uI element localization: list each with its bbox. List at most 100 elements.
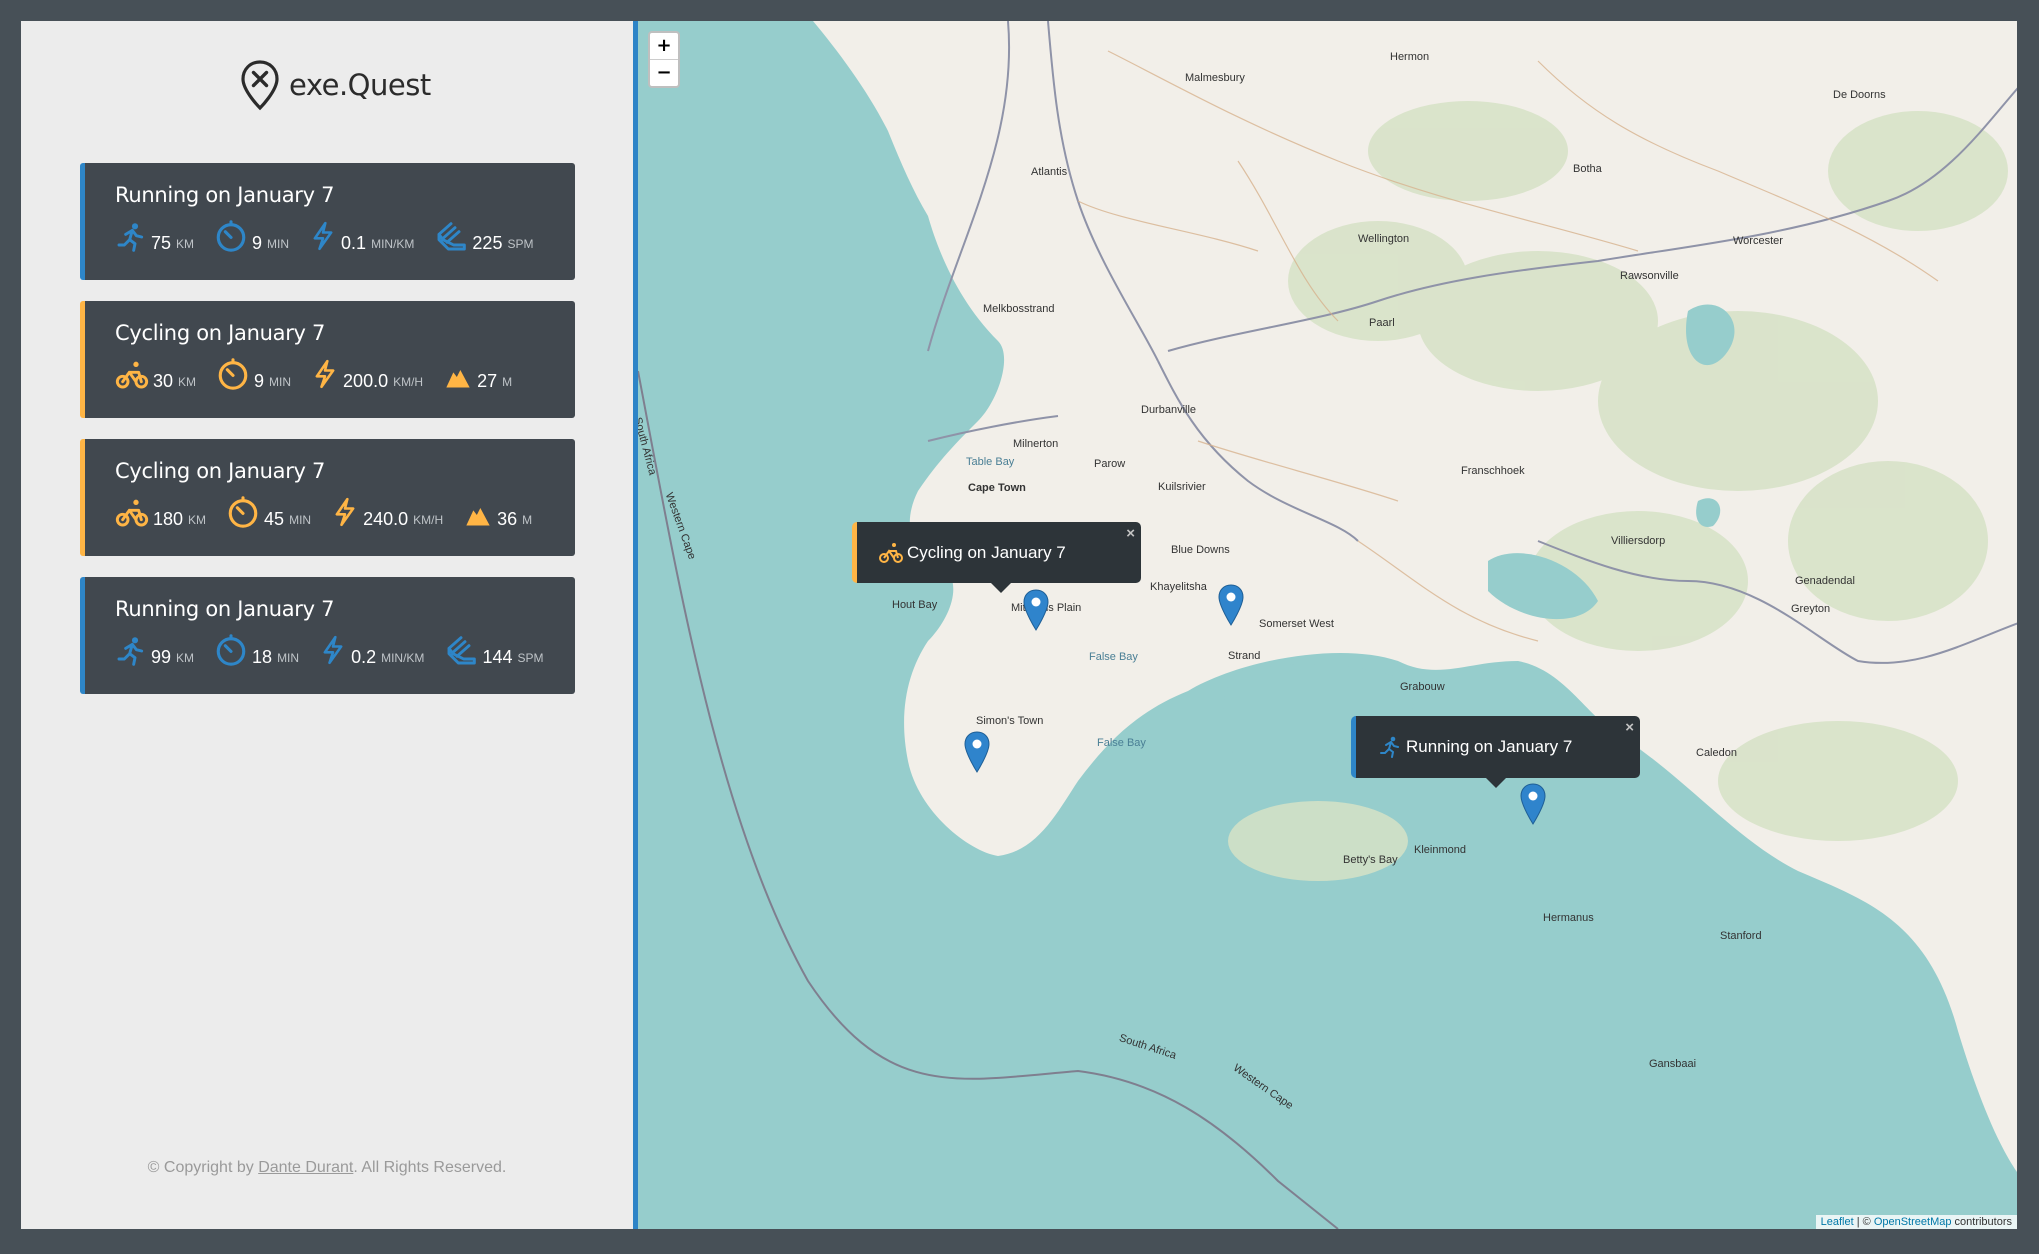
label-hermanus: Hermanus: [1543, 912, 1594, 924]
popup-close-button[interactable]: ×: [1126, 525, 1135, 542]
workout-item-running[interactable]: Running on January 7 75 km 9 min 0.1 min/km 225…: [80, 163, 575, 280]
workout-unit: min/km: [371, 237, 415, 251]
copyright-text: © Copyright by: [147, 1159, 254, 1176]
workout-unit: min/km: [381, 651, 425, 665]
label-de-doorns: De Doorns: [1833, 89, 1886, 101]
workout-detail: 144 spm: [444, 635, 544, 667]
logo-text: exe.Quest: [289, 68, 431, 102]
workout-value: 0.2: [351, 647, 377, 667]
workout-item-cycling[interactable]: Cycling on January 7 180 km 45 min 240.0 km/h 3…: [80, 439, 575, 556]
workout-value: 99: [151, 647, 172, 667]
popup-text: Running on January 7: [1406, 737, 1573, 756]
label-durbanville: Durbanville: [1141, 404, 1197, 416]
map-marker-icon[interactable]: [1218, 584, 1244, 626]
map-pin-x-icon: [241, 60, 279, 111]
workout-unit: spm: [507, 237, 534, 251]
workout-item-running[interactable]: Running on January 7 99 km 18 min 0.2 min/km 14…: [80, 577, 575, 694]
label-atlantis: Atlantis: [1031, 166, 1068, 178]
app-container: exe.Quest Running on January 7 75 km 9 min 0.…: [21, 21, 2017, 1229]
attribution-suffix: contributors: [1951, 1216, 2012, 1228]
label-greyton: Greyton: [1791, 603, 1831, 615]
workout-value: 45: [264, 509, 285, 529]
stopwatch-icon: [214, 633, 252, 667]
lightning-icon: [319, 633, 351, 667]
label-caledon: Caledon: [1696, 747, 1737, 759]
label-genadendal: Genadendal: [1795, 575, 1855, 587]
running-icon: [1380, 736, 1399, 758]
workout-title: Running on January 7: [115, 183, 335, 207]
label-rawsonville: Rawsonville: [1620, 270, 1679, 282]
label-false-bay: False Bay: [1089, 651, 1138, 663]
zoom-out-button[interactable]: −: [650, 60, 678, 86]
workout-value: 180: [153, 509, 184, 529]
running-icon: [115, 635, 151, 667]
leaflet-link[interactable]: Leaflet: [1821, 1216, 1854, 1228]
label-hermon: Hermon: [1390, 51, 1430, 63]
map-attribution: Leaflet | © OpenStreetMap contributors: [1815, 1215, 2017, 1229]
workout-title: Cycling on January 7: [115, 459, 326, 483]
workout-detail: 240.0 km/h: [331, 495, 443, 529]
footprint-icon: [444, 635, 482, 667]
popup-tip: [991, 583, 1011, 593]
workout-detail: 225 spm: [434, 221, 533, 253]
popup-tip: [1486, 778, 1506, 788]
workout-detail: 75 km: [115, 221, 194, 253]
workout-value: 0.1: [341, 233, 367, 253]
label-milnerton: Milnerton: [1013, 438, 1059, 450]
label-grabouw: Grabouw: [1400, 681, 1445, 693]
workout-unit: min: [289, 513, 312, 527]
popup-close-button[interactable]: ×: [1625, 719, 1634, 736]
workout-detail: 18 min: [214, 633, 299, 667]
label-melkbosstrand: Melkbosstrand: [983, 303, 1055, 315]
workout-unit: min: [269, 375, 292, 389]
workout-value: 144: [482, 647, 513, 667]
workout-unit: min: [277, 651, 300, 665]
map-popup-running[interactable]: Running on January 7 ×: [1351, 716, 1640, 788]
mountain-icon: [463, 501, 497, 529]
map-marker-icon[interactable]: [964, 731, 990, 773]
workout-unit: spm: [517, 651, 544, 665]
footer: © Copyright by Dante Durant. All Rights …: [21, 1159, 633, 1177]
workout-detail: 180 km: [115, 497, 206, 529]
workout-value: 36: [497, 509, 518, 529]
map-marker-icon[interactable]: [1520, 783, 1546, 825]
workout-detail: 30 km: [115, 359, 196, 391]
lightning-icon: [331, 495, 363, 529]
workout-detail: 45 min: [226, 495, 311, 529]
map-popup-cycling[interactable]: Cycling on January 7 ×: [852, 522, 1141, 593]
zoom-in-button[interactable]: +: [650, 33, 678, 60]
workout-unit: km: [188, 513, 207, 527]
workout-value: 9: [252, 233, 263, 253]
bicycle-icon: [115, 359, 153, 391]
workout-detail: 9 min: [214, 219, 289, 253]
label-stanford: Stanford: [1720, 930, 1762, 942]
map[interactable]: Cape Town False Bay False Bay Hout Bay S…: [633, 21, 2017, 1229]
workout-unit: min: [267, 237, 290, 251]
label-strand: Strand: [1228, 650, 1261, 662]
label-paarl: Paarl: [1369, 317, 1395, 329]
workout-unit: m: [502, 375, 513, 389]
popup-text: Cycling on January 7: [907, 542, 1066, 562]
label-kleinmond: Kleinmond: [1414, 844, 1466, 856]
osm-link[interactable]: OpenStreetMap: [1874, 1216, 1952, 1228]
workout-unit: km: [176, 237, 195, 251]
label-worcester: Worcester: [1733, 235, 1783, 247]
workout-details: 75 km 9 min 0.1 min/km 225 spm: [115, 219, 575, 253]
stopwatch-icon: [216, 357, 254, 391]
workout-unit: m: [522, 513, 533, 527]
map-marker-icon[interactable]: [1023, 589, 1049, 631]
bicycle-icon: [879, 542, 903, 563]
label-cape-town: Cape Town: [968, 482, 1026, 494]
workout-title: Running on January 7: [115, 597, 335, 621]
footprint-icon: [434, 221, 472, 253]
workout-value: 240.0: [363, 509, 409, 529]
label-botha: Botha: [1573, 163, 1602, 175]
workout-title: Cycling on January 7: [115, 321, 326, 345]
workout-detail: 0.2 min/km: [319, 633, 424, 667]
workout-detail: 200.0 km/h: [311, 357, 423, 391]
attribution-separator: | ©: [1853, 1216, 1874, 1228]
label-false-bay-2: False Bay: [1097, 737, 1146, 749]
author-link[interactable]: Dante Durant: [258, 1159, 353, 1176]
workout-detail: 27 m: [443, 363, 512, 391]
workout-item-cycling[interactable]: Cycling on January 7 30 km 9 min 200.0 km/h 27 m: [80, 301, 575, 418]
